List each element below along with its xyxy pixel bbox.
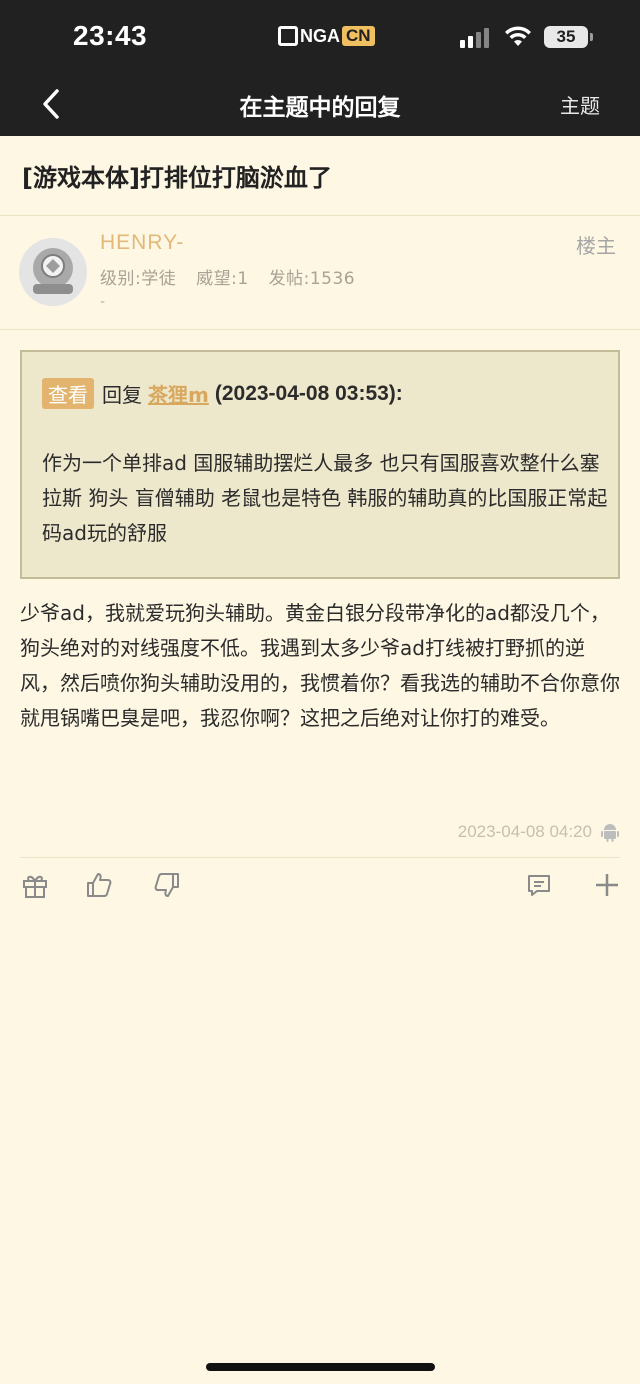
comment-icon[interactable] bbox=[524, 870, 554, 900]
nga-logo: NGA CN bbox=[278, 24, 375, 48]
quote-time: (2023-04-08 03:53): bbox=[214, 381, 403, 405]
logo-cn: CN bbox=[342, 26, 375, 46]
quote-text: 作为一个单排ad 国服辅助摆烂人最多 也只有国服喜欢整什么塞拉斯 狗头 盲僧辅助… bbox=[42, 451, 608, 545]
top-bar: 23:43 NGA CN 35 在主题中的回复 主题 bbox=[0, 0, 640, 136]
divider bbox=[20, 857, 620, 858]
cellular-signal-icon bbox=[460, 26, 489, 48]
gift-icon[interactable] bbox=[20, 870, 50, 900]
view-quote-button[interactable]: 查看 bbox=[42, 378, 94, 409]
thumbs-down-icon[interactable] bbox=[152, 870, 182, 900]
quote-user-link[interactable]: 茶狸m bbox=[148, 379, 209, 408]
wifi-icon bbox=[505, 26, 531, 46]
logo-mark-icon bbox=[278, 26, 298, 46]
quote-reply-label: 回复 bbox=[102, 383, 142, 407]
thumbs-up-icon[interactable] bbox=[84, 870, 114, 900]
avatar[interactable] bbox=[19, 238, 87, 306]
author-signature: - bbox=[100, 294, 106, 310]
quote-header: 查看 回复 茶狸m (2023-04-08 03:53): bbox=[42, 378, 403, 409]
author-reputation: 威望:1 bbox=[196, 269, 249, 289]
floor-label: 楼主 bbox=[576, 234, 616, 258]
status-time: 23:43 bbox=[73, 20, 148, 51]
page-title: 在主题中的回复 bbox=[239, 95, 401, 121]
android-icon bbox=[601, 824, 619, 842]
home-indicator[interactable] bbox=[206, 1363, 435, 1371]
author-level: 级别:学徒 bbox=[100, 269, 177, 289]
author-meta: 级别:学徒 威望:1 发帖:1536 bbox=[100, 264, 369, 289]
thread-title[interactable]: [游戏本体]打排位打脑淤血了 bbox=[22, 158, 332, 193]
plus-icon[interactable] bbox=[592, 870, 622, 900]
post-time: 2023-04-08 04:20 bbox=[457, 822, 592, 841]
quote-block: 查看 回复 茶狸m (2023-04-08 03:53): 作为一个单排ad 国… bbox=[20, 350, 620, 579]
battery-indicator: 35 bbox=[544, 26, 593, 48]
author-name[interactable]: HENRY- bbox=[100, 231, 184, 255]
topic-button[interactable]: 主题 bbox=[560, 90, 600, 119]
author-post-count: 发帖:1536 bbox=[268, 269, 356, 289]
logo-text: NGA bbox=[300, 25, 340, 46]
divider bbox=[0, 329, 640, 330]
diver-helmet-icon bbox=[19, 238, 87, 306]
post-body: 少爷ad，我就爱玩狗头辅助。黄金白银分段带净化的ad都没几个，狗头绝对的对线强度… bbox=[20, 601, 620, 730]
divider bbox=[0, 215, 640, 216]
